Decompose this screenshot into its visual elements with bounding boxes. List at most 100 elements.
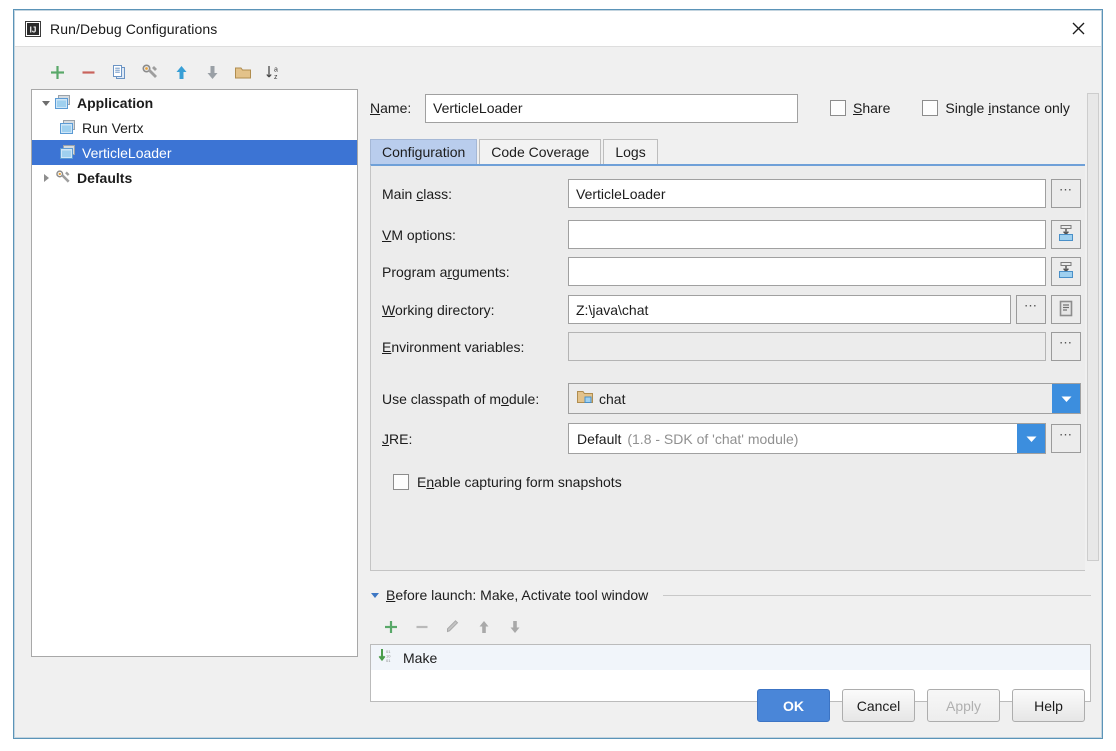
tree-node-application[interactable]: Application [32,90,357,115]
scrollbar-thumb[interactable] [1087,93,1099,561]
vm-options-input[interactable] [568,220,1046,249]
tree-node-label: Run Vertx [82,120,143,136]
help-button[interactable]: Help [1012,689,1085,722]
copy-configuration-button[interactable] [104,58,134,86]
main-class-row: Main class: ⋯ [382,179,1081,208]
before-launch-item-label: Make [403,650,437,666]
configurations-tree[interactable]: Application Run Vertx [31,89,358,657]
before-launch-add-button[interactable] [378,614,404,640]
main-class-browse-button[interactable]: ⋯ [1051,179,1081,208]
configurations-pane: a z A [31,55,358,657]
module-folder-icon [577,390,593,407]
pencil-icon [445,618,461,637]
before-launch-edit-button[interactable] [440,614,466,640]
jre-browse-button[interactable]: ⋯ [1051,424,1081,453]
before-launch-item-make[interactable]: 01 10 01 Make [371,645,1090,670]
program-arguments-expand-button[interactable] [1051,257,1081,286]
name-input[interactable] [425,94,798,123]
remove-configuration-button[interactable] [73,58,103,86]
chevron-down-icon[interactable] [1052,384,1080,413]
dialog-title: Run/Debug Configurations [50,21,217,37]
chevron-down-icon[interactable] [1017,424,1045,453]
editor-vertical-scrollbar[interactable] [1085,93,1101,575]
tab-logs[interactable]: Logs [603,139,657,164]
svg-text:a: a [274,66,278,73]
make-build-icon: 01 10 01 [377,648,397,667]
tree-node-defaults[interactable]: Defaults [32,165,357,190]
working-directory-row: Working directory: ⋯ [382,295,1081,324]
jre-value: Default [577,431,621,447]
vm-options-row: VM options: [382,220,1081,249]
jre-combo[interactable]: Default (1.8 - SDK of 'chat' module) [568,423,1046,454]
form-snapshots-checkbox-label: Enable capturing form snapshots [417,474,622,490]
main-class-input[interactable] [568,179,1046,208]
editor-tabs: Configuration Code Coverage Logs [370,139,1091,164]
tree-node-run-vertx[interactable]: Run Vertx [32,115,357,140]
run-debug-configurations-dialog: IJ Run/Debug Configurations [14,10,1102,738]
share-checkbox[interactable]: Share [830,100,890,116]
main-class-label: Main class: [382,186,568,202]
dialog-body: a z A [15,47,1101,737]
macro-list-icon [1058,300,1074,320]
name-row: Name: Share Single instance only [370,93,1091,123]
chevron-down-icon[interactable] [370,588,380,603]
single-instance-checkbox-label: Single instance only [945,100,1070,116]
add-configuration-button[interactable] [42,58,72,86]
move-up-button[interactable] [166,58,196,86]
working-directory-macro-button[interactable] [1051,295,1081,324]
environment-variables-label: Environment variables: [382,339,568,355]
name-label: Name: [370,100,425,116]
environment-variables-browse-button[interactable]: ⋯ [1051,332,1081,361]
svg-text:01: 01 [386,658,391,663]
svg-text:IJ: IJ [30,25,37,34]
before-launch-move-down-button[interactable] [502,614,528,640]
save-configuration-button[interactable] [135,58,165,86]
share-checkbox-box[interactable] [830,100,846,116]
sort-az-icon[interactable]: a z [259,58,289,86]
working-directory-browse-button[interactable]: ⋯ [1016,295,1046,324]
cancel-button[interactable]: Cancel [842,689,915,722]
classpath-module-value-wrap: chat [569,390,1052,407]
configurations-toolbar: a z [31,55,358,89]
chevron-down-icon[interactable] [37,94,55,112]
close-icon[interactable] [1055,11,1101,46]
wrench-icon [55,170,73,186]
jre-row: JRE: Default (1.8 - SDK of 'chat' module… [382,423,1081,454]
single-instance-checkbox-box[interactable] [922,100,938,116]
vm-options-label: VM options: [382,227,568,243]
before-launch-remove-button[interactable] [409,614,435,640]
classpath-module-combo[interactable]: chat [568,383,1081,414]
tab-code-coverage[interactable]: Code Coverage [479,139,601,164]
program-arguments-row: Program arguments: [382,257,1081,286]
create-folder-button[interactable] [228,58,258,86]
ok-button[interactable]: OK [757,689,830,722]
application-icon [55,95,73,111]
chevron-right-icon[interactable] [37,169,55,187]
dialog-button-bar: OK Cancel Apply Help [757,689,1085,722]
move-down-button[interactable] [197,58,227,86]
environment-variables-row: Environment variables: ⋯ [382,332,1081,361]
before-launch-move-up-button[interactable] [471,614,497,640]
intellij-idea-icon: IJ [25,21,41,37]
form-snapshots-checkbox-box[interactable] [393,474,409,490]
expand-field-icon [1057,261,1075,282]
tab-configuration[interactable]: Configuration [370,139,477,164]
tree-node-label: Defaults [77,170,132,186]
single-instance-checkbox[interactable]: Single instance only [922,100,1070,116]
before-launch-title: Before launch: Make, Activate tool windo… [386,587,648,603]
before-launch-toolbar [378,612,528,642]
application-icon [60,145,78,161]
tree-node-verticleloader[interactable]: VerticleLoader [32,140,357,165]
expand-field-icon [1057,224,1075,245]
classpath-module-label: Use classpath of module: [382,391,568,407]
jre-value-detail: (1.8 - SDK of 'chat' module) [627,431,798,447]
vm-options-expand-button[interactable] [1051,220,1081,249]
program-arguments-label: Program arguments: [382,264,568,280]
program-arguments-input[interactable] [568,257,1046,286]
form-snapshots-checkbox[interactable]: Enable capturing form snapshots [393,474,622,490]
configuration-tab-panel: Main class: ⋯ VM options: [370,164,1091,571]
working-directory-input[interactable] [568,295,1011,324]
jre-label: JRE: [382,431,568,447]
jre-value-wrap: Default (1.8 - SDK of 'chat' module) [569,431,1017,447]
environment-variables-input[interactable] [568,332,1046,361]
